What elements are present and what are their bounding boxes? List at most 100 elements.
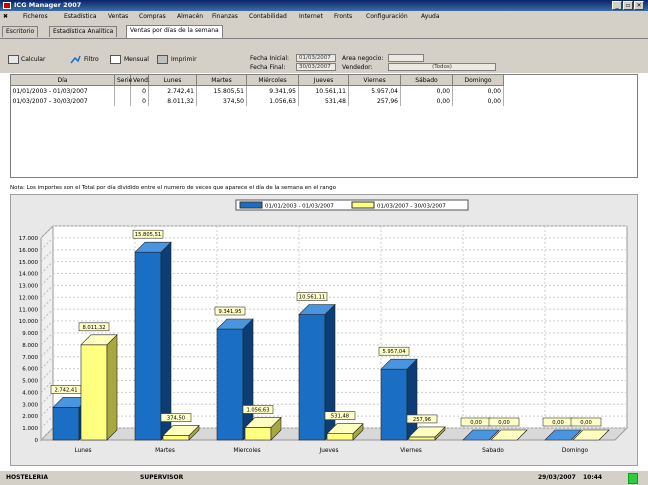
data-label: 2.742,41	[54, 387, 77, 393]
col-lunes[interactable]: Lunes	[148, 74, 197, 86]
mensual-button[interactable]: Mensual	[124, 56, 149, 63]
menu-ventas[interactable]: Ventas	[108, 13, 128, 20]
legend-label: 01/03/2007 - 30/03/2007	[377, 204, 446, 210]
data-label: 374,50	[167, 416, 185, 422]
data-label: 15.805,51	[135, 232, 161, 238]
bar	[52, 407, 80, 441]
data-label: 531,48	[331, 414, 349, 420]
status-indicator-icon	[628, 473, 638, 484]
fecha-final-field[interactable]: 30/03/2007	[296, 63, 336, 71]
menu-compras[interactable]: Compras	[139, 13, 166, 20]
x-tick-label: Domingo	[562, 448, 589, 454]
bar	[162, 435, 190, 441]
status-usuario: SUPERVISOR	[140, 474, 184, 481]
maximize-button[interactable]: ▫	[623, 1, 633, 10]
col-sabado[interactable]: Sábado	[400, 74, 453, 86]
x-tick-label: Miercoles	[233, 448, 260, 454]
col-domingo[interactable]: Domingo	[452, 74, 504, 86]
data-label: 257,96	[413, 417, 431, 423]
data-label: 8.011,32	[82, 325, 105, 331]
imprimir-button[interactable]: Imprimir	[171, 56, 197, 63]
y-tick-label: 17.000	[19, 236, 39, 242]
filtro-button[interactable]: Filtro	[84, 56, 99, 63]
data-label: 9.341,95	[218, 309, 241, 315]
calculator-icon	[8, 55, 19, 64]
menu-bar: ✖ Ficheros Estadística Ventas Compras Al…	[0, 11, 648, 23]
table-row[interactable]: 01/01/2003 - 01/03/2007 0 2.742,41 15.80…	[10, 85, 504, 96]
status-hora: 10:44	[583, 474, 603, 481]
col-martes[interactable]: Martes	[196, 74, 247, 86]
bar	[380, 368, 408, 441]
cell: 9.341,95	[246, 85, 299, 96]
cell: 5.957,04	[348, 85, 401, 96]
x-tick-label: Viernes	[400, 448, 422, 454]
data-label: 0,00	[470, 420, 482, 426]
vendedor-field[interactable]: (Todos)	[388, 63, 496, 71]
title-bar: ICG Manager 2007 _ ▫ ✕	[0, 0, 648, 11]
y-tick-label: 1.000	[22, 426, 38, 432]
x-tick-label: Martes	[155, 448, 175, 454]
printer-icon	[157, 55, 168, 64]
data-label: 5.957,04	[382, 349, 406, 355]
y-tick-label: 12.000	[19, 295, 39, 301]
tab-ventas-dias-semana[interactable]: Ventas por días de la semana	[126, 25, 223, 38]
menu-fronts[interactable]: Fronts	[334, 13, 352, 20]
menu-internet[interactable]: Internet	[299, 13, 323, 20]
legend-swatch	[351, 201, 375, 209]
cell: 15.805,51	[196, 85, 247, 96]
col-vend[interactable]: Vend.	[130, 74, 150, 86]
table-row[interactable]: 01/03/2007 - 30/03/2007 0 8.011,32 374,5…	[10, 96, 504, 106]
legend-swatch	[239, 201, 263, 209]
cell: 0	[130, 96, 149, 106]
y-tick-label: 13.000	[19, 284, 39, 290]
window-title: ICG Manager 2007	[14, 1, 82, 9]
bar	[408, 436, 436, 441]
col-dia[interactable]: Día	[10, 74, 115, 86]
close-document-icon[interactable]: ✖	[3, 13, 8, 20]
data-label: 0,00	[580, 420, 592, 426]
cell: 01/03/2007 - 30/03/2007	[10, 96, 115, 106]
y-tick-label: 15.000	[19, 260, 39, 266]
area-negocio-label: Area negocio:	[342, 55, 384, 62]
col-miercoles[interactable]: Miércoles	[246, 74, 299, 86]
tab-escritorio[interactable]: Escritorio	[2, 26, 39, 37]
area-negocio-field[interactable]	[388, 54, 424, 62]
col-jueves[interactable]: Jueves	[298, 74, 349, 86]
calendar-icon	[110, 55, 121, 64]
calcular-button[interactable]: Calcular	[21, 56, 45, 63]
close-button[interactable]: ✕	[634, 1, 644, 10]
menu-almacen[interactable]: Almacén	[177, 13, 203, 20]
menu-contabilidad[interactable]: Contabilidad	[249, 13, 287, 20]
menu-configuracion[interactable]: Configuración	[366, 13, 408, 20]
cell: 0,00	[400, 85, 453, 96]
x-tick-label: Jueves	[319, 448, 339, 454]
tab-estadistica-analitica[interactable]: Estadística Analítica	[49, 26, 118, 37]
tab-bar: Escritorio Estadística Analítica Ventas …	[0, 23, 648, 39]
cell	[114, 85, 131, 96]
bar-side	[406, 358, 418, 441]
vendedor-label: Vendedor:	[342, 64, 373, 71]
bar	[216, 328, 244, 441]
col-viernes[interactable]: Viernes	[348, 74, 401, 86]
cell: 01/01/2003 - 01/03/2007	[10, 85, 115, 96]
y-tick-label: 14.000	[19, 272, 39, 278]
cell: 0,00	[400, 96, 453, 106]
cell: 8.011,32	[148, 96, 197, 106]
y-tick-label: 6.000	[22, 367, 38, 373]
menu-estadistica[interactable]: Estadística	[64, 13, 97, 20]
fecha-inicial-field[interactable]: 01/03/2007	[296, 54, 336, 62]
y-tick-label: 16.000	[19, 248, 39, 254]
data-label: 1.056,63	[246, 407, 269, 413]
menu-ayuda[interactable]: Ayuda	[421, 13, 440, 20]
bar-side	[160, 241, 172, 441]
status-fecha: 29/03/2007	[538, 474, 576, 481]
minimize-button[interactable]: _	[612, 1, 622, 10]
menu-finanzas[interactable]: Finanzas	[212, 13, 238, 20]
y-tick-label: 5.000	[22, 379, 38, 385]
col-serie[interactable]: Serie	[114, 74, 132, 86]
bar	[80, 344, 108, 441]
fecha-inicial-label: Fecha Inicial:	[250, 55, 290, 62]
fecha-final-label: Fecha Final:	[250, 64, 286, 71]
x-tick-label: Lunes	[74, 448, 91, 454]
menu-ficheros[interactable]: Ficheros	[23, 13, 48, 20]
